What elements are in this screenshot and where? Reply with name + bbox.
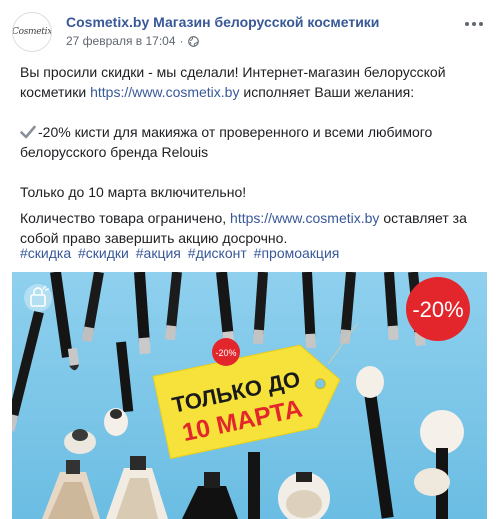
shopping-bag-icon[interactable] xyxy=(24,284,52,312)
intro-paragraph: Вы просили скидки - мы сделали! Интернет… xyxy=(20,62,485,102)
avatar[interactable]: Cosmetix xyxy=(12,12,52,52)
avatar-logo-text: Cosmetix xyxy=(12,27,52,37)
post-header: Cosmetix Cosmetix.by Магазин белорусской… xyxy=(12,12,487,56)
offer-text: -20% кисти для макияжа от проверенного и… xyxy=(20,124,433,160)
website-link-2[interactable]: https://www.cosmetix.by xyxy=(230,210,379,226)
deadline-text: Только до 10 марта включительно! xyxy=(20,184,247,200)
check-mark-icon xyxy=(20,125,36,139)
post-text: Вы просили скидки - мы сделали! Интернет… xyxy=(20,62,485,248)
facebook-post: Cosmetix Cosmetix.by Магазин белорусской… xyxy=(0,0,499,519)
meta-separator: · xyxy=(179,34,184,48)
post-timestamp[interactable]: 27 февраля в 17:04 xyxy=(66,34,176,48)
limited-paragraph: Количество товара ограничено, https://ww… xyxy=(20,208,485,248)
post-image[interactable]: ТОЛЬКО ДО 10 МАРТА -20% -20% xyxy=(12,272,487,519)
offer-paragraph: -20% кисти для макияжа от проверенного и… xyxy=(20,122,485,162)
brushes-promo-graphic: ТОЛЬКО ДО 10 МАРТА -20% -20% xyxy=(12,272,487,519)
website-link-1[interactable]: https://www.cosmetix.by xyxy=(90,84,239,100)
globe-icon[interactable] xyxy=(187,35,199,47)
tag-small-badge: -20% xyxy=(212,338,240,366)
more-options-icon[interactable] xyxy=(461,14,487,34)
discount-badge-text: -20% xyxy=(412,297,463,322)
post-meta: 27 февраля в 17:04 · xyxy=(66,34,199,48)
limited-text-1: Количество товара ограничено, xyxy=(20,210,227,226)
hashtag-link[interactable]: #дисконт xyxy=(188,245,247,261)
intro-text-2: исполняет Ваши желания: xyxy=(243,84,415,100)
hashtag-link[interactable]: #промоакция xyxy=(254,245,340,261)
hashtag-link[interactable]: #акция xyxy=(136,245,181,261)
deadline-paragraph: Только до 10 марта включительно! xyxy=(20,182,485,202)
hashtag-link[interactable]: #скидки xyxy=(78,245,129,261)
discount-badge: -20% xyxy=(406,277,470,341)
page-name-link[interactable]: Cosmetix.by Магазин белорусской косметик… xyxy=(66,14,379,30)
brush-bottom-4 xyxy=(248,452,260,519)
hashtag-link[interactable]: #скидка xyxy=(20,245,71,261)
tag-small-badge-text: -20% xyxy=(215,348,236,358)
hashtag-list: #скидка #скидки #акция #дисконт #промоак… xyxy=(20,243,342,263)
